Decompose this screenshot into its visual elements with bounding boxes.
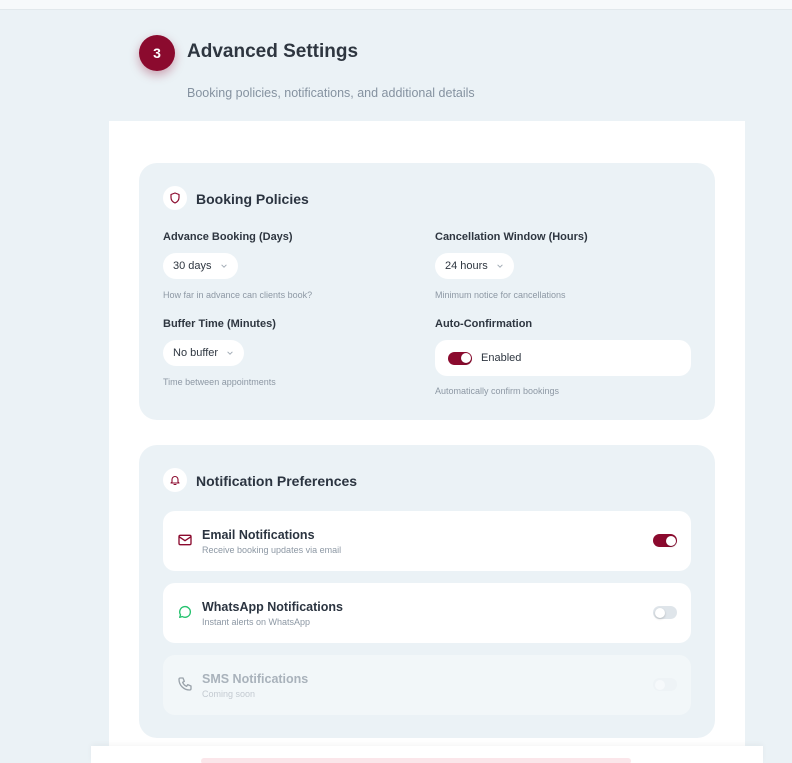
auto-confirmation-label: Auto-Confirmation: [435, 318, 533, 330]
email-notifications-desc: Receive booking updates via email: [202, 545, 342, 555]
whatsapp-icon: [179, 605, 192, 618]
section-title: Advanced Settings: [187, 41, 359, 62]
shield-icon: [163, 186, 187, 210]
advanced-settings-panel: 3 Advanced Settings Booking policies, no…: [109, 10, 745, 763]
cancellation-window-select[interactable]: 24 hours: [435, 253, 514, 279]
sms-notifications-row: SMS Notifications Coming soon: [163, 655, 691, 715]
mail-icon: [178, 534, 192, 546]
email-notifications-title: Email Notifications: [202, 528, 315, 542]
advance-booking-hint: How far in advance can clients book?: [163, 290, 313, 300]
notification-preferences-title: Notification Preferences: [196, 473, 358, 489]
auto-confirmation-status: Enabled: [481, 352, 522, 364]
sms-notifications-toggle: [653, 678, 677, 691]
sms-notifications-desc: Coming soon: [202, 689, 256, 699]
section-header: 3 Advanced Settings Booking policies, no…: [109, 10, 745, 121]
chevron-down-icon: [497, 264, 503, 268]
buffer-time-value: No buffer: [173, 347, 219, 359]
buffer-time-label: Buffer Time (Minutes): [163, 318, 276, 330]
auto-confirmation-control: Enabled: [435, 340, 691, 376]
notification-preferences-card: Notification Preferences Email Notificat…: [139, 445, 715, 738]
step-number-badge: 3: [139, 35, 175, 71]
email-notifications-row: Email Notifications Receive booking upda…: [163, 511, 691, 571]
sms-notifications-title: SMS Notifications: [202, 672, 309, 686]
advance-booking-value: 30 days: [173, 260, 212, 272]
chevron-down-icon: [220, 264, 227, 268]
cancellation-window-value: 24 hours: [445, 260, 488, 272]
email-notifications-toggle[interactable]: [653, 534, 677, 547]
bottom-action-bar: [91, 746, 763, 763]
section-subtitle: Booking policies, notifications, and add…: [187, 86, 475, 100]
chevron-down-icon: [227, 351, 233, 355]
buffer-time-select[interactable]: No buffer: [163, 340, 245, 366]
buffer-time-hint: Time between appointments: [163, 377, 276, 387]
bell-icon: [163, 468, 187, 492]
cancellation-window-hint: Minimum notice for cancellations: [435, 290, 566, 300]
booking-policies-title: Booking Policies: [196, 191, 309, 207]
whatsapp-notifications-desc: Instant alerts on WhatsApp: [202, 617, 311, 627]
top-edge: [0, 0, 792, 10]
phone-icon: [178, 677, 192, 691]
advance-booking-label: Advance Booking (Days): [163, 231, 293, 243]
bottom-accent-strip: [201, 758, 631, 763]
booking-policies-card: Booking Policies Advance Booking (Days) …: [139, 163, 715, 420]
auto-confirmation-toggle[interactable]: [448, 351, 472, 365]
whatsapp-notifications-title: WhatsApp Notifications: [202, 600, 343, 614]
whatsapp-notifications-row: WhatsApp Notifications Instant alerts on…: [163, 583, 691, 643]
advance-booking-select[interactable]: 30 days: [163, 253, 238, 279]
auto-confirmation-hint: Automatically confirm bookings: [435, 386, 560, 396]
whatsapp-notifications-toggle[interactable]: [653, 606, 677, 619]
cancellation-window-label: Cancellation Window (Hours): [435, 231, 588, 243]
